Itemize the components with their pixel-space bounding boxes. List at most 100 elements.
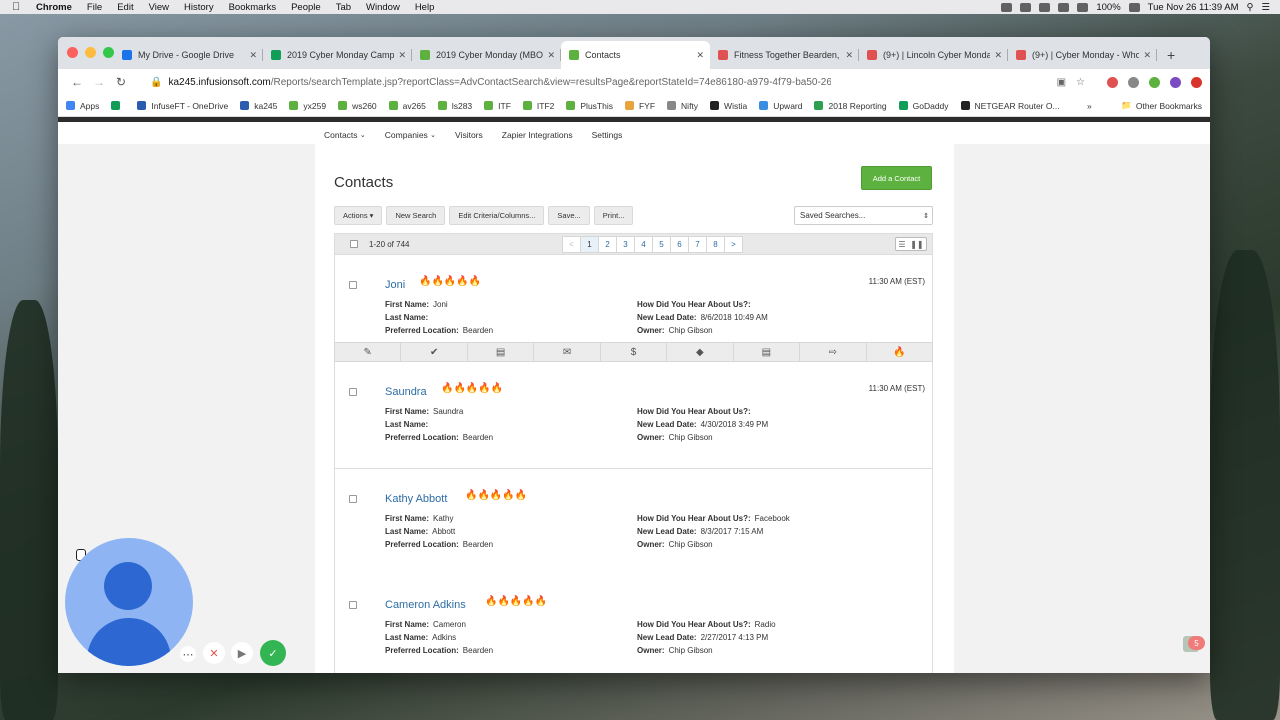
bookmark-item[interactable]: av265 — [388, 101, 426, 111]
close-window-button[interactable] — [67, 47, 78, 58]
mic-icon[interactable] — [1001, 2, 1013, 12]
zoom-window-button[interactable] — [103, 47, 114, 58]
close-tab-icon[interactable]: ✕ — [547, 50, 555, 61]
pause-recording-button[interactable]: ▶ — [231, 642, 253, 664]
bookmark-item[interactable]: ITF — [484, 101, 511, 111]
column-view-icon[interactable]: ❚❚ — [910, 240, 923, 249]
page-number-button[interactable]: 5 — [652, 236, 671, 253]
browser-tab[interactable]: My Drive - Google Drive ✕ — [114, 41, 263, 69]
bookmark-item[interactable] — [111, 101, 125, 111]
page-number-button[interactable]: 2 — [598, 236, 617, 253]
contact-name-link[interactable]: Saundra — [385, 386, 427, 398]
new-tab-button[interactable]: + — [1167, 47, 1175, 63]
extension-icon[interactable] — [1128, 76, 1139, 88]
star-icon[interactable]: ☆ — [1076, 77, 1085, 88]
other-bookmarks[interactable]: 📁 Other Bookmarks — [1121, 100, 1202, 111]
address-bar[interactable]: 🔒 ka245.infusionsoft.com/Reports/searchT… — [140, 72, 1093, 92]
camera-icon[interactable]: ▣ — [1057, 77, 1066, 88]
saved-searches-select[interactable]: Saved Searches... ⇕ — [794, 206, 933, 225]
page-number-button[interactable]: 6 — [670, 236, 689, 253]
bookmark-item[interactable]: GoDaddy — [898, 101, 949, 111]
edit-criteria-button[interactable]: Edit Criteria/Columns... — [449, 206, 545, 225]
page-number-button[interactable]: 7 — [688, 236, 707, 253]
extension-icon[interactable] — [1107, 76, 1118, 88]
bookmark-item[interactable]: NETGEAR Router O... — [960, 101, 1060, 111]
contact-checkbox[interactable] — [349, 495, 357, 503]
minimize-window-button[interactable] — [85, 47, 96, 58]
bookmark-item[interactable]: ls283 — [437, 101, 472, 111]
bookmark-item[interactable]: Wistia — [710, 101, 747, 111]
contact-checkbox[interactable] — [349, 601, 357, 609]
view-toggle[interactable]: ☰ ❚❚ — [895, 237, 927, 251]
close-tab-icon[interactable]: ✕ — [249, 50, 257, 61]
contact-checkbox[interactable] — [349, 388, 357, 396]
calendar-icon[interactable]: ▤ — [468, 343, 535, 361]
menu-bookmarks[interactable]: Bookmarks — [229, 2, 277, 13]
extension-icon[interactable] — [1149, 76, 1160, 88]
browser-tab[interactable]: (9+) | Lincoln Cyber Monday ✕ — [859, 41, 1008, 69]
back-icon[interactable]: ← — [66, 75, 88, 89]
menu-edit[interactable]: Edit — [117, 2, 133, 13]
contact-name-link[interactable]: Joni — [385, 279, 405, 291]
menu-history[interactable]: History — [184, 2, 214, 13]
form-icon[interactable]: ▤ — [734, 343, 801, 361]
page-number-button[interactable]: 1 — [580, 236, 599, 253]
spotlight-icon[interactable]: ⚲ — [1247, 2, 1254, 13]
add-contact-button[interactable]: Add a Contact — [861, 166, 932, 190]
wifi-icon[interactable] — [1058, 2, 1070, 12]
menu-view[interactable]: View — [149, 2, 169, 13]
dropbox-icon[interactable] — [1039, 2, 1051, 12]
rating-flames-icon[interactable]: 🔥🔥🔥🔥🔥 — [485, 596, 547, 607]
task-icon[interactable]: ✔ — [401, 343, 468, 361]
contact-name-link[interactable]: Kathy Abbott — [385, 493, 447, 505]
rating-flames-icon[interactable]: 🔥🔥🔥🔥🔥 — [419, 276, 481, 287]
email-icon[interactable]: ✉ — [534, 343, 601, 361]
reload-icon[interactable]: ↻ — [110, 75, 132, 89]
print-button[interactable]: Print... — [593, 206, 634, 225]
cloud-icon[interactable] — [1020, 2, 1032, 12]
cancel-recording-button[interactable]: ✕ — [203, 642, 225, 664]
page-number-button[interactable]: 4 — [634, 236, 653, 253]
browser-tab[interactable]: 2019 Cyber Monday (MBO Ca✕ — [412, 41, 561, 69]
rating-flames-icon[interactable]: 🔥🔥🔥🔥🔥 — [465, 490, 527, 501]
page-number-button[interactable]: 8 — [706, 236, 725, 253]
bookmarks-overflow[interactable]: » — [1087, 101, 1092, 111]
bookmark-item[interactable]: ka245 — [240, 101, 277, 111]
flame-icon[interactable]: 🔥 — [867, 343, 932, 361]
list-view-icon[interactable]: ☰ — [898, 240, 905, 249]
rating-flames-icon[interactable]: 🔥🔥🔥🔥🔥 — [441, 383, 503, 394]
menu-tab[interactable]: Tab — [336, 2, 351, 13]
contact-checkbox[interactable] — [349, 281, 357, 289]
dollar-icon[interactable]: $ — [601, 343, 668, 361]
more-options-button[interactable]: ⋯ — [180, 646, 196, 662]
volume-icon[interactable] — [1077, 2, 1089, 12]
bookmark-item[interactable]: ws260 — [338, 101, 377, 111]
bookmark-item[interactable]: PlusThis — [566, 101, 613, 111]
close-tab-icon[interactable]: ✕ — [845, 50, 853, 61]
bookmark-item[interactable]: InfuseFT - OneDrive — [137, 101, 228, 111]
apple-icon[interactable]:  — [12, 1, 24, 13]
bookmark-item[interactable]: 2018 Reporting — [814, 101, 887, 111]
menu-window[interactable]: Window — [366, 2, 400, 13]
notification-center-icon[interactable]: ☰ — [1261, 2, 1270, 13]
bookmark-item[interactable]: ITF2 — [522, 101, 554, 111]
menu-people[interactable]: People — [291, 2, 321, 13]
actions-dropdown[interactable]: Actions ▾ — [334, 206, 383, 225]
next-page-button[interactable]: > — [724, 236, 743, 253]
profile-avatar[interactable] — [1170, 76, 1181, 88]
battery-percent[interactable]: 100% — [1096, 2, 1120, 13]
prev-page-button[interactable]: < — [562, 236, 581, 253]
browser-tab[interactable]: (9+) | Cyber Monday - Who's ✕ — [1008, 41, 1157, 69]
browser-tab[interactable]: Fitness Together Bearden, TN ✕ — [710, 41, 859, 69]
menu-help[interactable]: Help — [415, 2, 435, 13]
browser-tab[interactable]: Contacts ✕ — [561, 41, 710, 69]
bookmark-item[interactable]: FYF — [624, 101, 655, 111]
close-tab-icon[interactable]: ✕ — [1143, 50, 1151, 61]
sequence-icon[interactable]: ⇨ — [800, 343, 867, 361]
clock[interactable]: Tue Nov 26 11:39 AM — [1148, 2, 1239, 13]
bookmark-item[interactable]: Apps — [66, 101, 99, 111]
bookmark-item[interactable]: yx259 — [289, 101, 326, 111]
close-tab-icon[interactable]: ✕ — [994, 50, 1002, 61]
browser-tab[interactable]: 2019 Cyber Monday Campaig✕ — [263, 41, 412, 69]
battery-icon[interactable] — [1128, 2, 1140, 12]
